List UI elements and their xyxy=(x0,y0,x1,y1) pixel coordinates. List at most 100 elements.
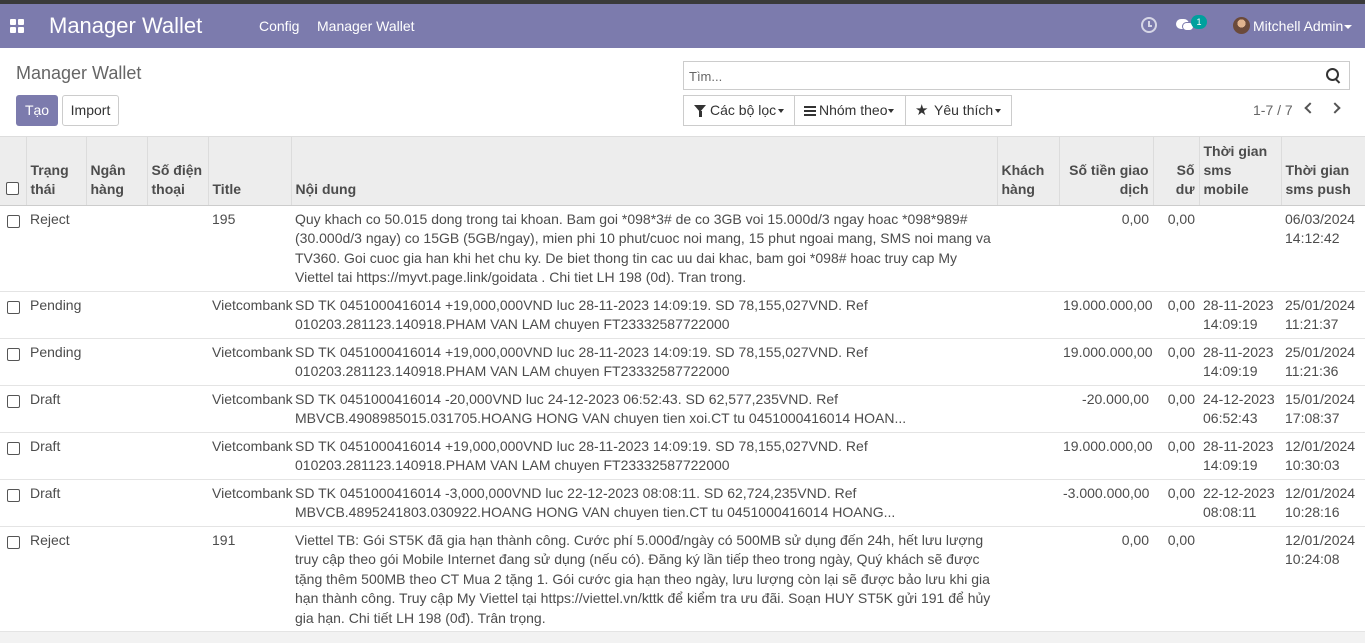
cell-amount: 0,00 xyxy=(1059,205,1153,292)
cell-sms-push-time: 25/01/2024 11:21:37 xyxy=(1281,291,1365,339)
activity-clock-icon[interactable] xyxy=(1141,17,1157,33)
cell-phone xyxy=(147,338,208,386)
user-avatar[interactable] xyxy=(1233,17,1250,34)
cell-bank xyxy=(86,385,147,433)
row-checkbox[interactable] xyxy=(6,394,20,408)
column-header-amount[interactable]: Số tiền giao dịch xyxy=(1059,137,1154,206)
bars-icon xyxy=(804,106,816,116)
row-select-cell xyxy=(0,479,26,527)
column-header-title[interactable]: Title xyxy=(208,137,292,206)
app-brand[interactable]: Manager Wallet xyxy=(49,13,202,39)
table-row[interactable]: Draft Vietcombank SD TK 0451000416014 +1… xyxy=(0,432,1365,480)
row-checkbox[interactable] xyxy=(6,441,20,455)
row-select-cell xyxy=(0,291,26,339)
top-navbar: Manager Wallet Config Manager Wallet 1 M… xyxy=(0,4,1365,48)
cell-amount: -3.000.000,00 xyxy=(1059,479,1153,527)
star-icon: ★ xyxy=(915,102,929,119)
cell-sms-mobile-time xyxy=(1199,526,1281,632)
column-header-balance[interactable]: Số dư xyxy=(1153,137,1200,206)
row-select-cell xyxy=(0,205,26,292)
user-menu-caret-icon[interactable] xyxy=(1344,25,1352,29)
row-select-cell xyxy=(0,385,26,433)
filter-icon xyxy=(694,105,706,117)
cell-phone xyxy=(147,291,208,339)
table-row[interactable]: Reject 195 Quy khach co 50.015 dong tron… xyxy=(0,205,1365,292)
cell-content: SD TK 0451000416014 +19,000,000VND luc 2… xyxy=(291,291,997,339)
pager-value[interactable]: 1-7 / 7 xyxy=(1253,102,1293,118)
table-row[interactable]: Draft Vietcombank SD TK 0451000416014 -2… xyxy=(0,385,1365,433)
cell-title: Vietcombank xyxy=(208,432,293,480)
column-header-phone[interactable]: Số điện thoại xyxy=(147,137,209,206)
search-input[interactable] xyxy=(689,66,1309,86)
select-all-checkbox[interactable] xyxy=(6,181,20,195)
cell-title: Vietcombank xyxy=(208,338,293,386)
cell-balance: 0,00 xyxy=(1153,432,1199,480)
cell-content: SD TK 0451000416014 -3,000,000VND luc 22… xyxy=(291,479,997,527)
cell-balance: 0,00 xyxy=(1153,291,1199,339)
cell-content: Quy khach co 50.015 dong trong tai khoan… xyxy=(291,205,997,292)
cell-bank xyxy=(86,432,147,480)
cell-title: Vietcombank xyxy=(208,291,293,339)
cell-content: SD TK 0451000416014 +19,000,000VND luc 2… xyxy=(291,432,997,480)
table-header-row: Trạng thái Ngân hàng Số điện thoại Title… xyxy=(0,137,1365,206)
create-button[interactable]: Tạo xyxy=(16,95,58,126)
table-row[interactable]: Reject 191 Viettel TB: Gói ST5K đã gia h… xyxy=(0,526,1365,632)
row-select-cell xyxy=(0,338,26,386)
cell-phone xyxy=(147,526,208,632)
cell-status: Draft xyxy=(26,385,86,433)
search-box xyxy=(683,61,1350,90)
cell-bank xyxy=(86,526,147,632)
column-header-content[interactable]: Nội dung xyxy=(291,137,998,206)
cell-sms-push-time: 06/03/2024 14:12:42 xyxy=(1281,205,1365,292)
menu-item-manager-wallet[interactable]: Manager Wallet xyxy=(317,18,415,34)
column-header-customer[interactable]: Khách hàng xyxy=(997,137,1060,206)
cell-balance: 0,00 xyxy=(1153,385,1199,433)
search-icon[interactable] xyxy=(1326,68,1342,84)
row-checkbox[interactable] xyxy=(6,214,20,228)
import-button[interactable]: Import xyxy=(62,95,119,126)
column-header-sms-mobile-time[interactable]: Thời gian sms mobile xyxy=(1199,137,1282,206)
pager-next-icon[interactable] xyxy=(1329,102,1341,114)
cell-status: Draft xyxy=(26,479,86,527)
cell-sms-mobile-time: 24-12-2023 06:52:43 xyxy=(1199,385,1281,433)
group-by-label: Nhóm theo xyxy=(819,102,888,118)
table-body: Reject 195 Quy khach co 50.015 dong tron… xyxy=(0,205,1365,632)
favorites-dropdown[interactable]: ★ Yêu thích xyxy=(905,95,1012,126)
apps-menu-icon[interactable] xyxy=(10,19,24,33)
cell-sms-push-time: 12/01/2024 10:28:16 xyxy=(1281,479,1365,527)
cell-sms-mobile-time: 28-11-2023 14:09:19 xyxy=(1199,291,1281,339)
row-checkbox[interactable] xyxy=(6,488,20,502)
cell-customer xyxy=(997,291,1059,339)
cell-status: Reject xyxy=(26,205,86,292)
menu-item-config[interactable]: Config xyxy=(259,18,299,34)
cell-phone xyxy=(147,205,208,292)
row-checkbox[interactable] xyxy=(6,535,20,549)
cell-sms-push-time: 12/01/2024 10:30:03 xyxy=(1281,432,1365,480)
table-row[interactable]: Draft Vietcombank SD TK 0451000416014 -3… xyxy=(0,479,1365,527)
cell-balance: 0,00 xyxy=(1153,479,1199,527)
cell-phone xyxy=(147,432,208,480)
records-table: Trạng thái Ngân hàng Số điện thoại Title… xyxy=(0,137,1365,632)
row-checkbox[interactable] xyxy=(6,300,20,314)
filters-dropdown[interactable]: Các bộ lọc xyxy=(683,95,795,126)
cell-status: Draft xyxy=(26,432,86,480)
cell-customer xyxy=(997,479,1059,527)
cell-customer xyxy=(997,338,1059,386)
column-header-bank[interactable]: Ngân hàng xyxy=(86,137,148,206)
column-header-status[interactable]: Trạng thái xyxy=(26,137,87,206)
cell-title: 191 xyxy=(208,526,291,632)
column-header-sms-push-time[interactable]: Thời gian sms push xyxy=(1281,137,1365,206)
table-row[interactable]: Pending Vietcombank SD TK 0451000416014 … xyxy=(0,338,1365,386)
row-checkbox[interactable] xyxy=(6,347,20,361)
cell-sms-mobile-time: 28-11-2023 14:09:19 xyxy=(1199,432,1281,480)
cell-phone xyxy=(147,479,208,527)
cell-sms-mobile-time: 22-12-2023 08:08:11 xyxy=(1199,479,1281,527)
pager-previous-icon[interactable] xyxy=(1304,102,1316,114)
table-row[interactable]: Pending Vietcombank SD TK 0451000416014 … xyxy=(0,291,1365,339)
filters-label: Các bộ lọc xyxy=(710,102,777,118)
cell-sms-push-time: 12/01/2024 10:24:08 xyxy=(1281,526,1365,632)
cell-amount: 19.000.000,00 xyxy=(1059,291,1153,339)
user-menu-name[interactable]: Mitchell Admin xyxy=(1253,18,1343,34)
chevron-down-icon xyxy=(995,109,1001,113)
group-by-dropdown[interactable]: Nhóm theo xyxy=(794,95,906,126)
